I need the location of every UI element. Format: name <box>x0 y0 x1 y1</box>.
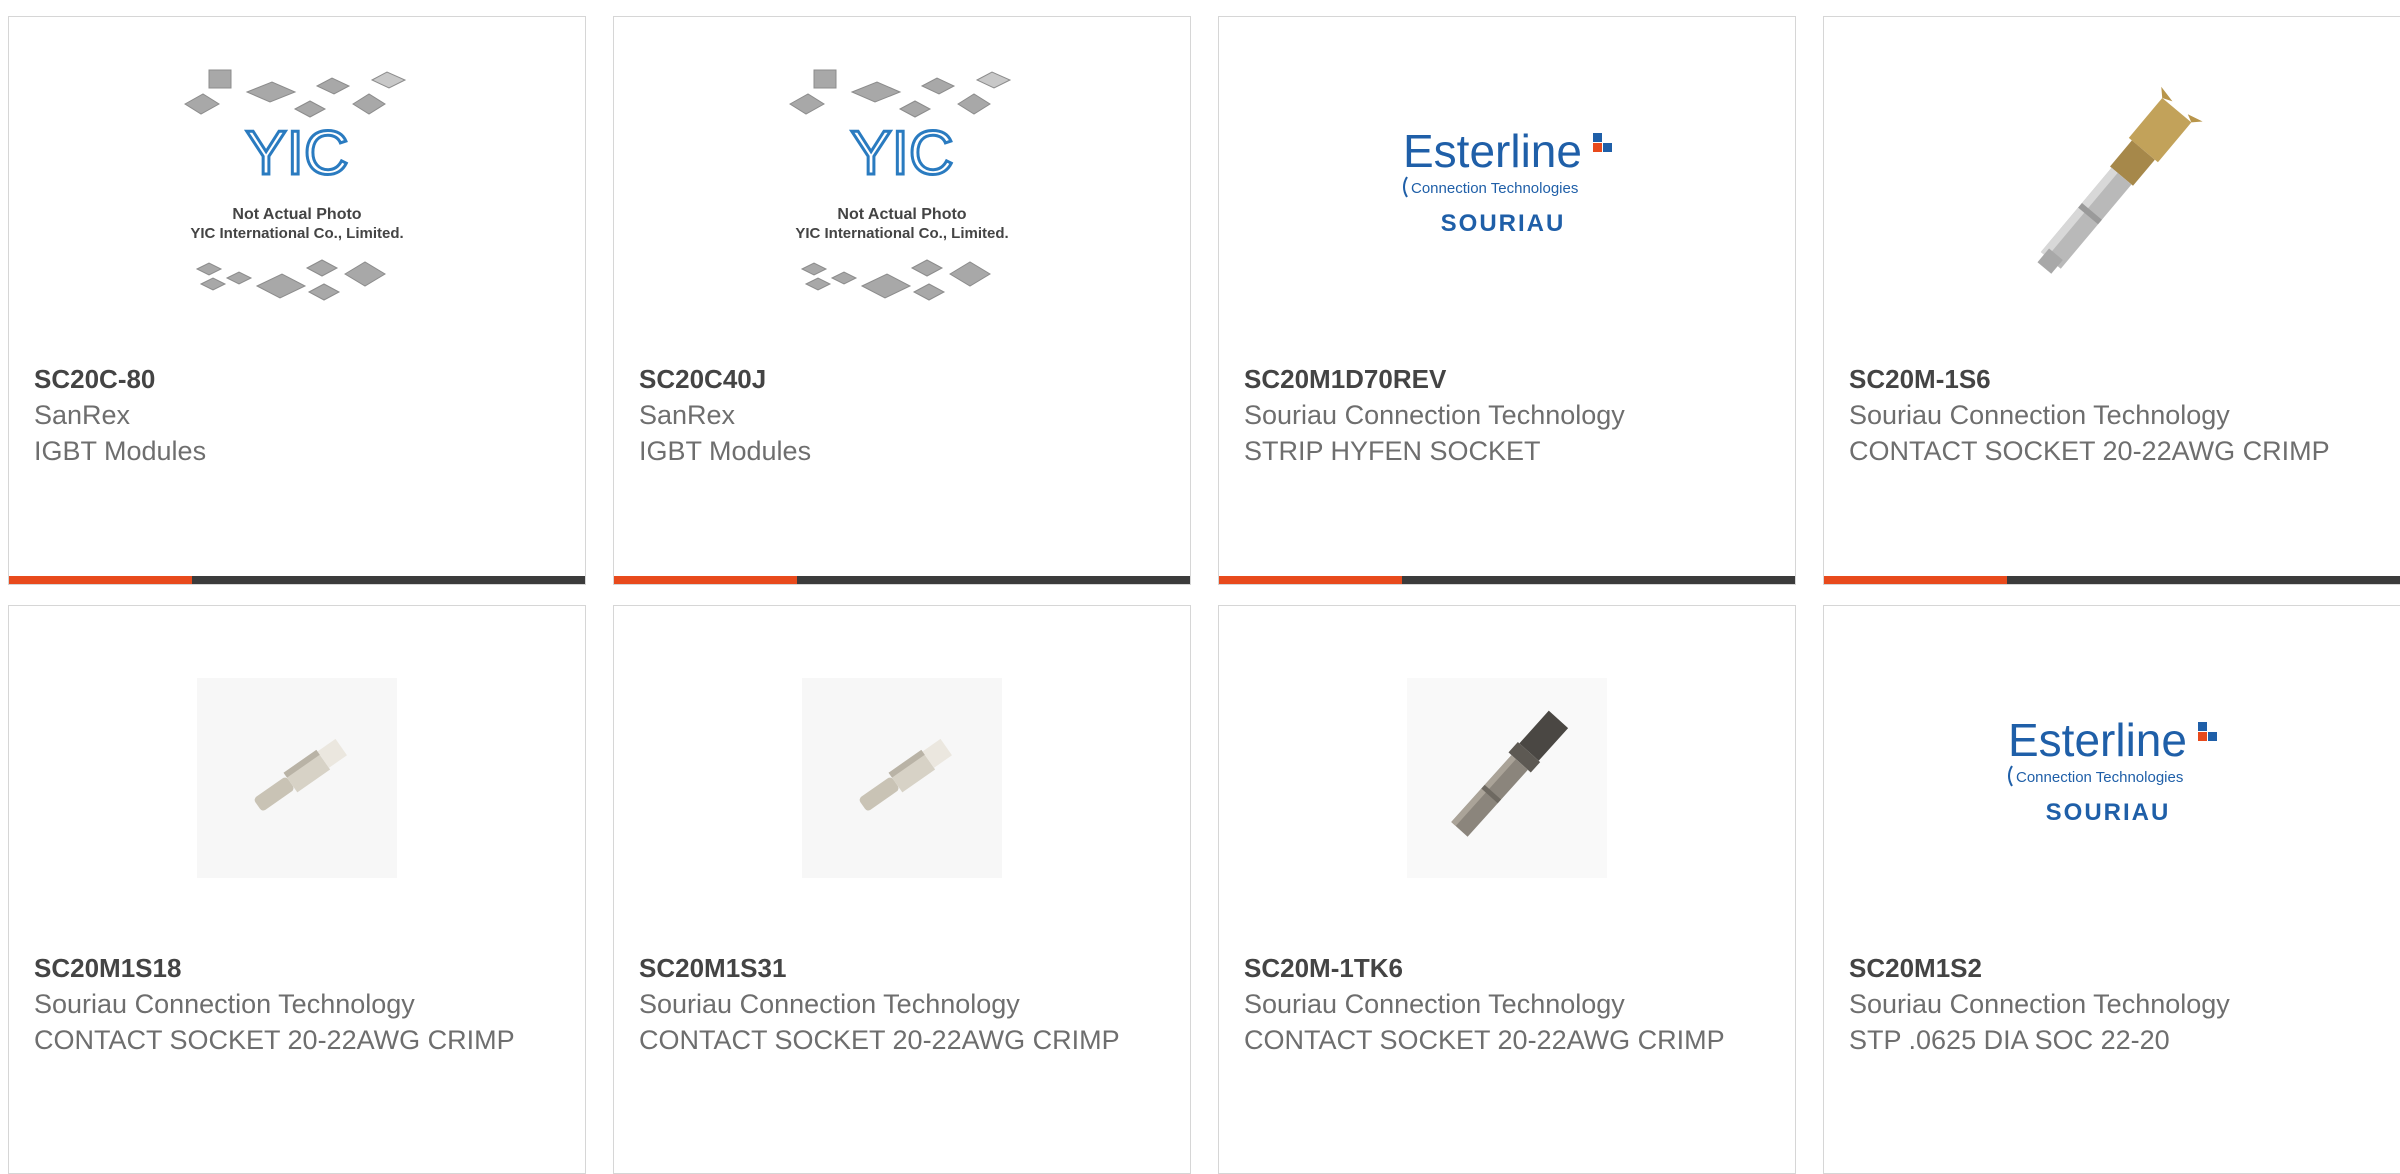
description: STRIP HYFEN SOCKET <box>1244 436 1541 466</box>
card-bottom-bar <box>1824 576 2400 584</box>
svg-text:Not Actual Photo: Not Actual Photo <box>232 206 361 223</box>
description: CONTACT SOCKET 20-22AWG CRIMP <box>1849 436 2330 466</box>
yic-logo: YIC <box>850 119 953 188</box>
product-info: SC20M1D70REV Souriau Connection Technolo… <box>1244 361 1775 469</box>
product-card[interactable]: SC20M-1S6 Souriau Connection Technology … <box>1823 16 2400 585</box>
part-number[interactable]: SC20M1S2 <box>1849 950 2380 986</box>
card-bottom-bar <box>614 576 1190 584</box>
part-number[interactable]: SC20M1S31 <box>639 950 1170 986</box>
product-grid: YIC Not Actual Photo YIC International C… <box>8 16 2400 1174</box>
product-info: SC20M1S18 Souriau Connection Technology … <box>34 950 565 1058</box>
card-bottom-bar <box>9 576 585 584</box>
description: IGBT Modules <box>34 436 207 466</box>
product-card[interactable]: Esterline Connection Technologies SOURIA… <box>1823 605 2400 1174</box>
svg-text:SOURIAU: SOURIAU <box>2046 799 2171 826</box>
svg-text:Not Actual Photo: Not Actual Photo <box>837 206 966 223</box>
svg-text:Esterline: Esterline <box>2008 714 2187 766</box>
product-info: SC20M1S31 Souriau Connection Technology … <box>639 950 1170 1058</box>
card-accent-bar <box>614 576 797 584</box>
part-number[interactable]: SC20M1S18 <box>34 950 565 986</box>
dark-contact-photo <box>1407 677 1607 878</box>
card-accent-bar <box>9 576 192 584</box>
description: STP .0625 DIA SOC 22-20 <box>1849 1025 2170 1055</box>
product-info: SC20M-1S6 Souriau Connection Technology … <box>1849 361 2380 469</box>
yic-placeholder-image: YIC Not Actual Photo YIC International C… <box>789 69 1012 301</box>
part-number[interactable]: SC20M-1TK6 <box>1244 950 1775 986</box>
svg-text:Connection Technologies: Connection Technologies <box>2016 769 2183 786</box>
manufacturer: Souriau Connection Technology <box>1849 989 2230 1019</box>
description: IGBT Modules <box>639 436 812 466</box>
product-info: SC20C40J SanRex IGBT Modules <box>639 361 1170 469</box>
product-card[interactable]: SC20M1S18 Souriau Connection Technology … <box>8 605 586 1174</box>
product-image[interactable] <box>1219 606 1795 949</box>
manufacturer: Souriau Connection Technology <box>1244 989 1625 1019</box>
manufacturer: Souriau Connection Technology <box>1849 400 2230 430</box>
product-card[interactable]: Esterline Connection Technologies SOURIA… <box>1218 16 1796 585</box>
product-image[interactable] <box>9 606 585 949</box>
description: CONTACT SOCKET 20-22AWG CRIMP <box>639 1025 1120 1055</box>
product-image[interactable] <box>1824 17 2400 360</box>
svg-text:SOURIAU: SOURIAU <box>1441 210 1566 237</box>
description: CONTACT SOCKET 20-22AWG CRIMP <box>34 1025 515 1055</box>
product-info: SC20M-1TK6 Souriau Connection Technology… <box>1244 950 1775 1058</box>
product-image[interactable] <box>614 606 1190 949</box>
product-image[interactable]: YIC Not Actual Photo YIC International C… <box>614 17 1190 360</box>
svg-text:YIC International Co., Limited: YIC International Co., Limited. <box>190 225 403 242</box>
product-image[interactable]: YIC Not Actual Photo YIC International C… <box>9 17 585 360</box>
part-number[interactable]: SC20M1D70REV <box>1244 361 1775 397</box>
esterline-logo: Esterline Connection Technologies SOURIA… <box>2008 714 2217 826</box>
part-number[interactable]: SC20M-1S6 <box>1849 361 2380 397</box>
svg-text:Esterline: Esterline <box>1403 125 1582 177</box>
silver-contact-photo <box>802 677 1002 878</box>
manufacturer: Souriau Connection Technology <box>639 989 1020 1019</box>
product-image[interactable]: Esterline Connection Technologies SOURIA… <box>1824 606 2400 949</box>
product-card[interactable]: SC20M-1TK6 Souriau Connection Technology… <box>1218 605 1796 1174</box>
product-info: SC20C-80 SanRex IGBT Modules <box>34 361 565 469</box>
part-number[interactable]: SC20C40J <box>639 361 1170 397</box>
yic-logo: YIC <box>245 119 348 188</box>
product-image[interactable]: Esterline Connection Technologies SOURIA… <box>1219 17 1795 360</box>
svg-text:YIC International Co., Limited: YIC International Co., Limited. <box>795 225 1008 242</box>
yic-placeholder-image: YIC Not Actual Photo YIC International C… <box>184 69 407 301</box>
product-card[interactable]: YIC Not Actual Photo YIC International C… <box>8 16 586 585</box>
manufacturer: SanRex <box>639 400 736 430</box>
card-bottom-bar <box>1219 576 1795 584</box>
manufacturer: Souriau Connection Technology <box>34 989 415 1019</box>
gold-contact-photo <box>2012 78 2212 299</box>
card-accent-bar <box>1824 576 2007 584</box>
description: CONTACT SOCKET 20-22AWG CRIMP <box>1244 1025 1725 1055</box>
silver-contact-photo <box>197 677 397 878</box>
product-card[interactable]: SC20M1S31 Souriau Connection Technology … <box>613 605 1191 1174</box>
product-card[interactable]: YIC Not Actual Photo YIC International C… <box>613 16 1191 585</box>
svg-text:Connection Technologies: Connection Technologies <box>1411 180 1578 197</box>
card-accent-bar <box>1219 576 1402 584</box>
manufacturer: Souriau Connection Technology <box>1244 400 1625 430</box>
part-number[interactable]: SC20C-80 <box>34 361 565 397</box>
manufacturer: SanRex <box>34 400 131 430</box>
esterline-logo: Esterline Connection Technologies SOURIA… <box>1403 125 1612 237</box>
product-info: SC20M1S2 Souriau Connection Technology S… <box>1849 950 2380 1058</box>
